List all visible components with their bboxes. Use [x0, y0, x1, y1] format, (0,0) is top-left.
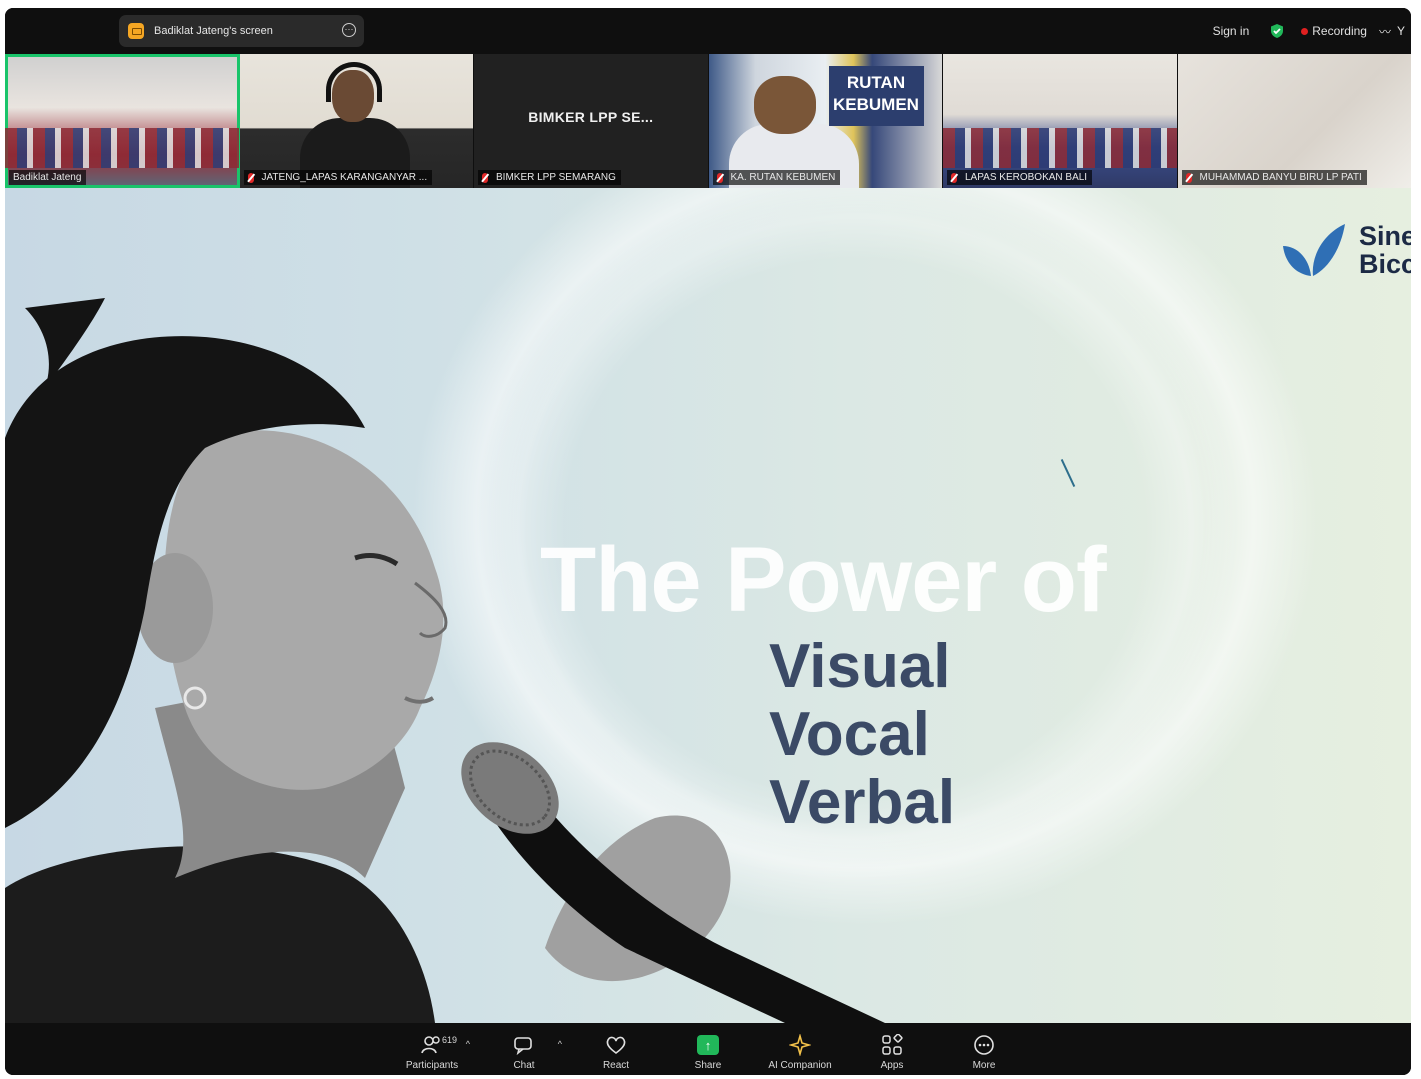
more-button[interactable]: More — [938, 1023, 1030, 1075]
screen-share-icon — [128, 23, 144, 39]
participant-name: JATENG_LAPAS KARANGANYAR ... — [261, 172, 428, 183]
participant-name-bar: KA. RUTAN KEBUMEN — [712, 170, 841, 185]
recording-dot-icon — [1301, 27, 1309, 35]
participant-name: BIMKER LPP SEMARANG — [496, 172, 616, 183]
participants-label: Participants — [405, 1060, 459, 1071]
sparkle-icon — [789, 1034, 811, 1056]
screen-share-indicator[interactable]: Badiklat Jateng's screen ⋯ — [119, 15, 364, 47]
apps-icon — [881, 1034, 903, 1056]
slide-word: Visual — [769, 632, 951, 701]
participant-name: MUHAMMAD BANYU BIRU LP PATI — [1199, 172, 1362, 183]
muted-mic-icon — [951, 172, 957, 183]
participant-strip: Badiklat Jateng JATENG_LAPAS KARANGANYAR… — [5, 54, 1411, 188]
more-label: More — [972, 1060, 996, 1071]
participants-count: 619 — [442, 1035, 458, 1045]
participant-name-bar: BIMKER LPP SEMARANG — [478, 170, 621, 185]
apps-button[interactable]: Apps — [846, 1023, 938, 1075]
heart-icon — [605, 1034, 627, 1056]
share-label: Share — [694, 1060, 722, 1071]
apps-label: Apps — [880, 1060, 904, 1071]
recording-indicator[interactable]: Recording — [1301, 24, 1367, 38]
participant-tile[interactable]: RUTAN KEBUMEN KA. RUTAN KEBUMEN — [708, 54, 943, 188]
participant-tile[interactable]: LAPAS KEROBOKAN BALI — [943, 54, 1178, 188]
react-label: React — [602, 1060, 630, 1071]
sign-in-link[interactable]: Sign in — [1213, 24, 1250, 38]
slide-word-list: Visual Vocal Verbal — [769, 633, 955, 837]
encryption-shield-icon[interactable] — [1269, 23, 1285, 39]
headphones-graphic — [325, 62, 382, 102]
participant-tile[interactable]: MUHAMMAD BANYU BIRU LP PATI — [1177, 54, 1411, 188]
view-options-icon[interactable]: ⋯ — [342, 23, 356, 37]
rutan-sign: RUTAN KEBUMEN — [828, 66, 924, 126]
muted-mic-icon — [1185, 172, 1192, 183]
share-screen-icon: ↑ — [697, 1034, 719, 1056]
participant-name-bar: JATENG_LAPAS KARANGANYAR ... — [243, 170, 433, 185]
muted-mic-icon — [482, 172, 488, 183]
chat-icon — [513, 1034, 535, 1056]
chevron-up-icon[interactable]: ^ — [466, 1039, 470, 1049]
participants-button[interactable]: 619 ^ Participants — [386, 1023, 478, 1075]
logo-text-line: Sine — [1359, 222, 1411, 251]
leaf-logo-icon — [1283, 224, 1345, 276]
react-button[interactable]: React — [570, 1023, 662, 1075]
live-stream-icon[interactable]: 〰 — [1379, 23, 1391, 40]
participants-icon — [421, 1034, 443, 1056]
chat-label: Chat — [513, 1060, 535, 1071]
meeting-toolbar: 619 ^ Participants ^ Chat React ↑ Share — [5, 1023, 1411, 1075]
chat-button[interactable]: ^ Chat — [478, 1023, 570, 1075]
muted-mic-icon — [716, 172, 723, 183]
more-icon — [973, 1034, 995, 1056]
slide-word: Vocal — [769, 700, 930, 769]
share-button[interactable]: ↑ Share — [662, 1023, 754, 1075]
logo-text: Sine Bicc — [1359, 222, 1411, 278]
participant-name: LAPAS KEROBOKAN BALI — [965, 172, 1088, 183]
recording-label: Recording — [1312, 24, 1367, 38]
participant-tile[interactable]: BIMKER LPP SE... BIMKER LPP SEMARANG — [474, 54, 709, 188]
shared-screen-slide: The Power of Visual Vocal Verbal Sine Bi… — [5, 188, 1411, 1023]
participant-tile[interactable]: Badiklat Jateng — [5, 54, 240, 188]
screen-share-label: Badiklat Jateng's screen — [154, 25, 273, 37]
video-feed — [5, 128, 239, 168]
slide-word: Verbal — [769, 768, 956, 837]
participant-name: KA. RUTAN KEBUMEN — [730, 172, 836, 183]
participant-name-bar: MUHAMMAD BANYU BIRU LP PATI — [1181, 170, 1367, 185]
video-feed-person — [753, 76, 816, 134]
video-feed — [943, 128, 1177, 168]
participant-name: Badiklat Jateng — [13, 172, 82, 183]
participant-name-bar: LAPAS KEROBOKAN BALI — [947, 170, 1093, 185]
top-right-controls: Sign in Recording 〰 Y — [1213, 8, 1411, 54]
ai-companion-label: AI Companion — [768, 1060, 832, 1071]
view-menu-truncated[interactable]: Y — [1397, 24, 1405, 38]
top-bar: Badiklat Jateng's screen ⋯ Sign in Recor… — [5, 8, 1411, 54]
muted-mic-icon — [247, 172, 254, 183]
slide-headline: The Power of — [540, 529, 1107, 631]
zoom-window: Badiklat Jateng's screen ⋯ Sign in Recor… — [5, 8, 1411, 1075]
slide-logo: Sine Bicc — [1279, 220, 1411, 280]
ai-companion-button[interactable]: AI Companion — [754, 1023, 846, 1075]
share-arrow-icon: ↑ — [697, 1035, 719, 1055]
chevron-up-icon[interactable]: ^ — [558, 1039, 562, 1049]
logo-text-line: Bicc — [1359, 249, 1411, 278]
participant-name-bar: Badiklat Jateng — [9, 170, 87, 185]
participant-center-label: BIMKER LPP SE... — [528, 109, 654, 125]
participant-tile[interactable]: JATENG_LAPAS KARANGANYAR ... — [239, 54, 474, 188]
